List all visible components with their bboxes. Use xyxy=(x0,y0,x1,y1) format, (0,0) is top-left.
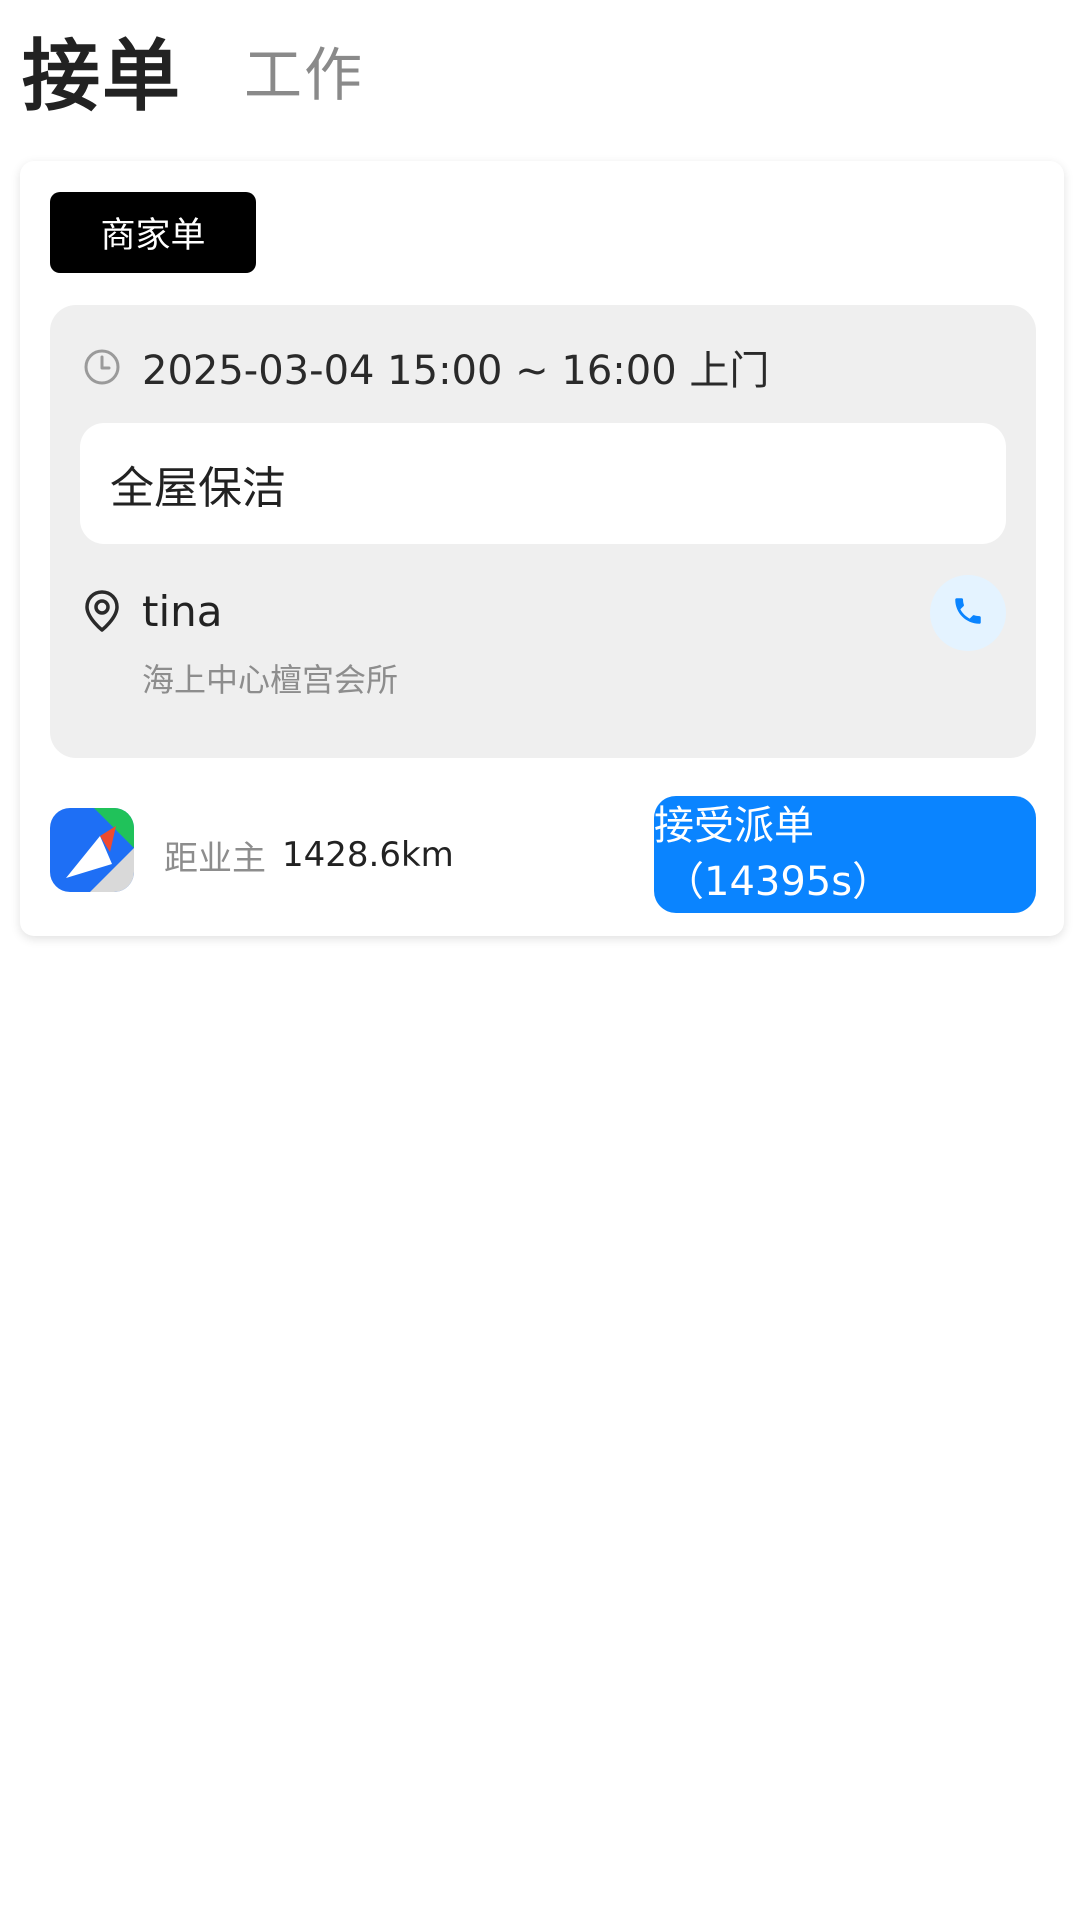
order-footer: 距业主 1428.6km 接受派单 （14395s） xyxy=(50,796,1036,916)
distance-value: 1428.6km xyxy=(282,835,454,875)
order-type-badge: 商家单 xyxy=(50,192,256,273)
call-customer-button[interactable] xyxy=(930,575,1006,651)
customer-address: 海上中心檀宫会所 xyxy=(142,661,399,699)
top-tabs: 接单 工作 xyxy=(22,20,364,122)
distance-label: 距业主 xyxy=(164,838,266,879)
appointment-time: 2025-03-04 15:00 ~ 16:00 上门 xyxy=(142,348,770,394)
phone-icon xyxy=(951,594,985,632)
customer-row: tina xyxy=(82,583,223,639)
order-card[interactable]: 商家单 2025-03-04 15:00 ~ 16:00 上门 全屋保洁 tin… xyxy=(20,161,1064,936)
navigation-app-logo[interactable] xyxy=(50,808,134,892)
service-name: 全屋保洁 xyxy=(110,462,286,514)
appointment-time-row: 2025-03-04 15:00 ~ 16:00 上门 xyxy=(82,339,769,395)
service-box: 全屋保洁 xyxy=(80,423,1006,544)
customer-name: tina xyxy=(142,586,223,636)
clock-icon xyxy=(82,347,122,387)
location-pin-icon xyxy=(82,589,122,633)
distance-info: 距业主 1428.6km xyxy=(164,830,454,880)
accept-order-button[interactable]: 接受派单 （14395s） xyxy=(654,796,1036,913)
tab-accept-orders[interactable]: 接单 xyxy=(22,14,182,126)
order-info-box: 2025-03-04 15:00 ~ 16:00 上门 全屋保洁 tina 海上… xyxy=(50,305,1036,758)
accept-countdown: （14395s） xyxy=(664,859,893,905)
tab-work[interactable]: 工作 xyxy=(244,28,364,112)
accept-button-label: 接受派单 xyxy=(654,803,814,849)
